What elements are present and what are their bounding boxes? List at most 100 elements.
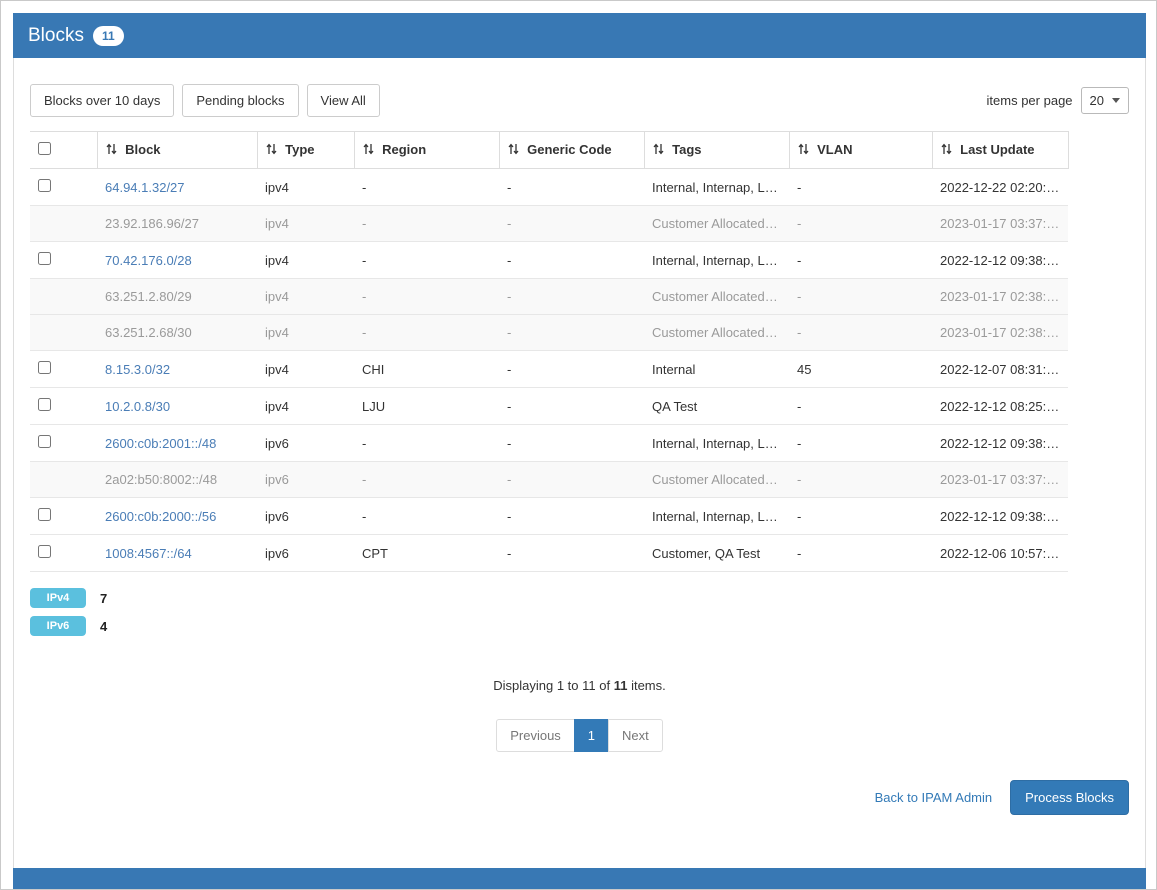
row-checkbox[interactable]: [38, 435, 51, 448]
next-page-button[interactable]: Next: [608, 719, 663, 752]
page-1-button[interactable]: 1: [574, 719, 609, 752]
block-link[interactable]: 10.2.0.8/30: [105, 399, 170, 414]
column-header-last-update[interactable]: Last Update: [932, 132, 1068, 169]
sort-icon: [508, 143, 519, 158]
blocks-table-body: 64.94.1.32/27ipv4--Internal, Internap, L…: [30, 169, 1068, 572]
last-update-cell: 2022-12-12 09:38:13: [932, 242, 1068, 279]
block-cell: 70.42.176.0/28: [97, 242, 257, 279]
type-cell: ipv4: [257, 169, 354, 206]
select-all-checkbox[interactable]: [38, 142, 51, 155]
row-checkbox[interactable]: [38, 179, 51, 192]
process-blocks-button[interactable]: Process Blocks: [1010, 780, 1129, 815]
items-per-page: items per page 20: [987, 87, 1129, 114]
column-header-tags[interactable]: Tags: [644, 132, 789, 169]
blocks-table: Block Type Region Generic Code: [30, 131, 1069, 572]
row-checkbox[interactable]: [38, 252, 51, 265]
row-checkbox[interactable]: [38, 361, 51, 374]
row-select-cell: [30, 535, 97, 572]
vlan-cell: -: [789, 315, 932, 351]
generic-code-cell: -: [499, 462, 644, 498]
sort-icon: [363, 143, 374, 158]
display-info: Displaying 1 to 11 of 11 items.: [30, 678, 1129, 693]
region-cell: -: [354, 425, 499, 462]
generic-code-cell: -: [499, 351, 644, 388]
region-cell: CPT: [354, 535, 499, 572]
table-row: 1008:4567::/64ipv6CPT-Customer, QA Test-…: [30, 535, 1068, 572]
block-cell: 63.251.2.68/30: [97, 315, 257, 351]
generic-code-cell: -: [499, 388, 644, 425]
row-checkbox[interactable]: [38, 508, 51, 521]
type-cell: ipv4: [257, 242, 354, 279]
block-cell: 23.92.186.96/27: [97, 206, 257, 242]
table-row: 70.42.176.0/28ipv4--Internal, Internap, …: [30, 242, 1068, 279]
type-cell: ipv4: [257, 315, 354, 351]
column-header-type[interactable]: Type: [257, 132, 354, 169]
block-label: 63.251.2.68/30: [105, 325, 192, 340]
table-row: 63.251.2.80/29ipv4--Customer Allocated I…: [30, 279, 1068, 315]
vlan-cell: -: [789, 462, 932, 498]
block-cell: 2a02:b50:8002::/48: [97, 462, 257, 498]
filter-blocks-over-10-days-button[interactable]: Blocks over 10 days: [30, 84, 174, 117]
block-link[interactable]: 8.15.3.0/32: [105, 362, 170, 377]
filter-view-all-button[interactable]: View All: [307, 84, 380, 117]
column-header-generic-code[interactable]: Generic Code: [499, 132, 644, 169]
row-select-cell: [30, 498, 97, 535]
column-label: Last Update: [960, 142, 1034, 157]
last-update-cell: 2022-12-12 09:38:13: [932, 498, 1068, 535]
row-select-cell: [30, 169, 97, 206]
row-checkbox[interactable]: [38, 398, 51, 411]
table-row: 64.94.1.32/27ipv4--Internal, Internap, L…: [30, 169, 1068, 206]
type-cell: ipv6: [257, 498, 354, 535]
region-cell: CHI: [354, 351, 499, 388]
row-checkbox[interactable]: [38, 545, 51, 558]
table-row: 63.251.2.68/30ipv4--Customer Allocated I…: [30, 315, 1068, 351]
panel-body: Blocks over 10 days Pending blocks View …: [13, 58, 1146, 868]
generic-code-cell: -: [499, 535, 644, 572]
column-header-block[interactable]: Block: [97, 132, 257, 169]
blocks-panel: Blocks 11 Blocks over 10 days Pending bl…: [13, 13, 1146, 889]
display-info-total: 11: [614, 678, 628, 693]
previous-page-button[interactable]: Previous: [496, 719, 575, 752]
block-cell: 2600:c0b:2001::/48: [97, 425, 257, 462]
display-info-prefix: Displaying 1 to 11 of: [493, 678, 613, 693]
block-label: 23.92.186.96/27: [105, 216, 199, 231]
last-update-cell: 2022-12-22 02:20:48: [932, 169, 1068, 206]
column-header-region[interactable]: Region: [354, 132, 499, 169]
vlan-cell: -: [789, 279, 932, 315]
generic-code-cell: -: [499, 498, 644, 535]
block-link[interactable]: 70.42.176.0/28: [105, 253, 192, 268]
items-per-page-select[interactable]: 20: [1081, 87, 1129, 114]
vlan-cell: -: [789, 388, 932, 425]
type-cell: ipv4: [257, 351, 354, 388]
vlan-cell: -: [789, 425, 932, 462]
row-select-cell: [30, 206, 97, 242]
table-row: 2600:c0b:2000::/56ipv6--Internal, Intern…: [30, 498, 1068, 535]
region-cell: -: [354, 242, 499, 279]
footer-actions: Back to IPAM Admin Process Blocks: [30, 780, 1129, 815]
block-link[interactable]: 2600:c0b:2000::/56: [105, 509, 216, 524]
column-label: VLAN: [817, 142, 852, 157]
type-cell: ipv6: [257, 462, 354, 498]
row-select-cell: [30, 242, 97, 279]
column-header-vlan[interactable]: VLAN: [789, 132, 932, 169]
tags-cell: Customer Allocated I…: [644, 279, 789, 315]
type-cell: ipv6: [257, 535, 354, 572]
vlan-cell: -: [789, 535, 932, 572]
type-cell: ipv4: [257, 279, 354, 315]
generic-code-cell: -: [499, 315, 644, 351]
type-cell: ipv4: [257, 206, 354, 242]
block-link[interactable]: 2600:c0b:2001::/48: [105, 436, 216, 451]
column-label: Type: [285, 142, 314, 157]
blocks-count-badge: 11: [93, 26, 124, 46]
block-label: 63.251.2.80/29: [105, 289, 192, 304]
tags-cell: Internal: [644, 351, 789, 388]
block-label: 2a02:b50:8002::/48: [105, 472, 217, 487]
page-title: Blocks: [28, 25, 84, 47]
ipv4-count: 7: [100, 591, 107, 606]
filter-pending-blocks-button[interactable]: Pending blocks: [182, 84, 298, 117]
back-to-ipam-admin-link[interactable]: Back to IPAM Admin: [875, 790, 993, 805]
generic-code-cell: -: [499, 425, 644, 462]
type-cell: ipv4: [257, 388, 354, 425]
block-link[interactable]: 1008:4567::/64: [105, 546, 192, 561]
block-link[interactable]: 64.94.1.32/27: [105, 180, 185, 195]
